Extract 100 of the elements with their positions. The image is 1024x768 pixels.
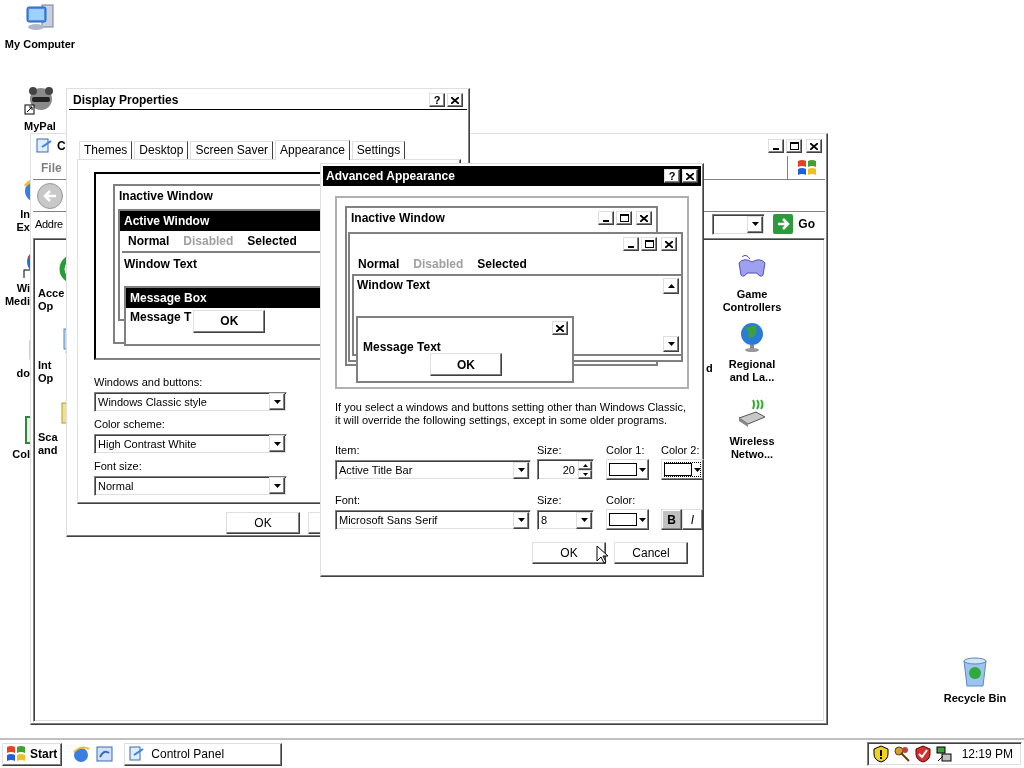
- window-title: Inactive Window: [351, 211, 445, 225]
- help-button[interactable]: ?: [664, 169, 680, 183]
- ok-button[interactable]: OK: [193, 309, 266, 333]
- tab[interactable]: Settings: [351, 140, 406, 159]
- clock: 12:19 PM: [961, 747, 1013, 761]
- tab[interactable]: Appearance: [275, 139, 350, 160]
- dropdown[interactable]: High Contrast White: [94, 433, 287, 454]
- help-button[interactable]: ?: [429, 93, 445, 108]
- caret-icon: [751, 222, 759, 226]
- close-button[interactable]: [661, 237, 677, 251]
- maximize-icon: [619, 214, 629, 222]
- flag-icon: [5, 744, 27, 764]
- maximize-icon: [644, 240, 654, 248]
- back-button[interactable]: [37, 182, 63, 209]
- color-picker[interactable]: [606, 509, 649, 530]
- menu-item: Disabled: [183, 233, 234, 248]
- address-label: Addre: [35, 218, 63, 230]
- wireless-adapter-icon: [736, 398, 768, 430]
- caret-icon: [273, 441, 281, 446]
- field-label: Color:: [606, 494, 637, 506]
- close-icon: [665, 240, 673, 248]
- dropdown[interactable]: Normal: [94, 475, 287, 496]
- tab[interactable]: Screen Saver: [190, 140, 274, 159]
- animal-icon: [24, 84, 56, 116]
- field-label: Font size:: [94, 459, 142, 474]
- item-label[interactable]: d: [706, 362, 713, 374]
- item-label[interactable]: Sca and: [38, 431, 58, 457]
- color-picker[interactable]: [661, 459, 704, 480]
- maximize-icon: [789, 142, 799, 150]
- field-label: Color 2:: [661, 444, 701, 456]
- close-icon: [451, 96, 459, 104]
- item-label[interactable]: Regional and La...: [728, 358, 776, 384]
- font-style-button[interactable]: I: [682, 509, 703, 530]
- ok-button[interactable]: OK: [226, 512, 300, 534]
- field-label: Color scheme:: [94, 417, 165, 432]
- ok-button[interactable]: OK: [430, 353, 502, 376]
- dropdown[interactable]: Windows Classic style: [94, 391, 287, 412]
- caret-icon: [694, 467, 701, 472]
- message-text: Message T: [130, 309, 192, 324]
- minimize-button[interactable]: [623, 237, 639, 251]
- item-label[interactable]: Wireless Netwo...: [729, 435, 775, 461]
- desktop-icon[interactable]: [96, 745, 115, 763]
- close-icon: [556, 324, 564, 332]
- spin-box[interactable]: 20: [537, 459, 594, 480]
- desktop-icon-label[interactable]: Col: [12, 448, 30, 461]
- font-style-button[interactable]: B: [661, 509, 682, 530]
- caret-icon: [517, 468, 525, 472]
- field-label: Size:: [537, 494, 563, 506]
- flag-icon: [795, 157, 818, 178]
- caret-icon: [273, 483, 281, 488]
- item-label[interactable]: Int Op: [38, 359, 54, 385]
- maximize-button[interactable]: [616, 211, 632, 225]
- desktop-icon-label[interactable]: do: [16, 367, 30, 380]
- window-text: Window Text: [124, 256, 197, 271]
- caret-icon: [639, 467, 646, 472]
- dropdown[interactable]: Microsoft Sans Serif: [335, 510, 531, 530]
- tab[interactable]: Desktop: [134, 140, 189, 159]
- minimize-button[interactable]: [768, 139, 784, 153]
- start-button[interactable]: Start: [2, 742, 63, 766]
- cancel-button[interactable]: Cancel: [614, 542, 688, 564]
- window-app-icon: [129, 746, 146, 762]
- desktop-icon-label[interactable]: MyPal: [24, 120, 56, 132]
- close-button[interactable]: [447, 93, 463, 108]
- up-arrow-icon: [582, 463, 588, 467]
- desktop-icon-label[interactable]: My Computer: [4, 38, 76, 50]
- field-label: Size:: [537, 444, 563, 456]
- browser-icon[interactable]: [72, 745, 91, 763]
- color-picker[interactable]: [606, 459, 649, 480]
- close-icon: [810, 142, 818, 150]
- dropdown[interactable]: Active Title Bar: [335, 460, 531, 480]
- menu-item[interactable]: File: [41, 160, 62, 175]
- close-button[interactable]: [552, 321, 568, 335]
- caret-icon: [273, 399, 281, 404]
- close-button[interactable]: [682, 169, 698, 183]
- field-label: Font:: [335, 494, 362, 506]
- window-title: Message Box: [130, 290, 207, 305]
- network-icon[interactable]: [934, 745, 953, 763]
- tab[interactable]: Themes: [79, 140, 133, 159]
- down-arrow-icon: [582, 472, 588, 476]
- close-button[interactable]: [806, 139, 822, 153]
- desktop-icon-label[interactable]: In Ex: [16, 208, 30, 234]
- minimize-button[interactable]: [598, 211, 614, 225]
- shield-icon[interactable]: [871, 745, 890, 763]
- shield-icon[interactable]: [913, 745, 932, 763]
- dropdown[interactable]: 8: [537, 510, 594, 530]
- window-title: Advanced Appearance: [326, 169, 455, 183]
- item-label[interactable]: Acce Op: [38, 287, 65, 313]
- address-field[interactable]: [711, 213, 766, 235]
- window-title: Inactive Window: [119, 188, 213, 203]
- caret-icon: [667, 342, 675, 346]
- close-button[interactable]: [636, 211, 652, 225]
- taskbar-button[interactable]: Control Panel: [124, 742, 283, 766]
- maximize-button[interactable]: [786, 139, 802, 153]
- close-icon: [640, 214, 648, 222]
- maximize-button[interactable]: [641, 237, 657, 251]
- keys-icon[interactable]: [892, 745, 911, 763]
- item-label[interactable]: Game Controllers: [722, 288, 782, 314]
- desktop-icon-label[interactable]: Wi Medi: [4, 282, 30, 308]
- desktop-icon-label[interactable]: Recycle Bin: [943, 692, 1007, 704]
- mouse-pointer-icon: [596, 545, 608, 564]
